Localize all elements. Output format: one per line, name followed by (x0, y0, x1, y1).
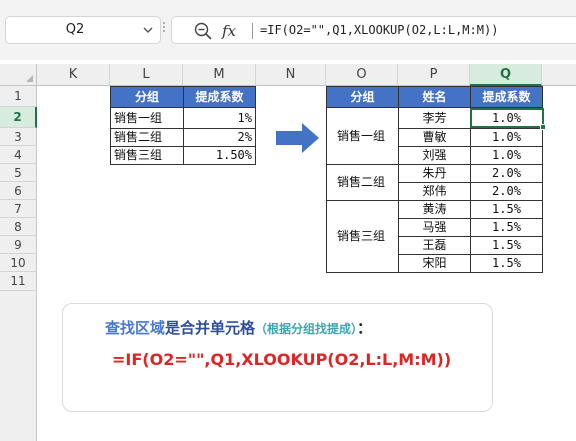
rate-cell[interactable]: 1.5% (470, 236, 543, 255)
formula-bar-area: Q2 fx =IF(O2="",Q1,XLOOKUP(O2,L:L,M:M)) (0, 0, 576, 60)
lookup-rate-cell[interactable]: 1% (183, 107, 256, 129)
rate-cell[interactable]: 2.0% (470, 164, 543, 183)
result-header-name[interactable]: 姓名 (398, 86, 471, 108)
lookup-header-rate[interactable]: 提成系数 (183, 86, 256, 108)
name-cell[interactable]: 朱丹 (398, 164, 471, 183)
rate-cell[interactable]: 1.5% (470, 200, 543, 219)
chevron-down-icon[interactable] (141, 21, 155, 39)
name-cell[interactable]: 李芳 (398, 107, 471, 129)
row-header-10[interactable]: 10 (0, 254, 37, 272)
callout-colon: ： (357, 319, 373, 337)
column-header-n[interactable]: N (256, 64, 326, 86)
row-header-5[interactable]: 5 (0, 164, 37, 182)
select-all-triangle-icon (26, 75, 33, 82)
lookup-rate-cell[interactable]: 1.50% (183, 146, 256, 165)
insert-function-icon[interactable]: fx (222, 20, 244, 42)
lookup-rate-cell[interactable]: 2% (183, 128, 256, 147)
column-header-p[interactable]: P (398, 64, 470, 86)
name-cell[interactable]: 刘强 (398, 146, 471, 165)
select-all-corner[interactable] (0, 64, 37, 86)
column-header-o[interactable]: O (326, 64, 398, 86)
rate-cell[interactable]: 1.5% (470, 218, 543, 237)
rate-cell[interactable]: 1.0% (470, 128, 543, 147)
lookup-group-cell[interactable]: 销售二组 (110, 128, 184, 147)
lookup-group-cell[interactable]: 销售一组 (110, 107, 184, 129)
active-cell-selection[interactable] (470, 108, 546, 130)
rate-cell[interactable]: 1.5% (470, 254, 543, 273)
callout-title: 查找区域是合并单元格（根据分组找提成）： (105, 317, 372, 338)
name-cell[interactable]: 郑伟 (398, 182, 471, 201)
name-box[interactable]: Q2 (5, 16, 161, 44)
column-header-m[interactable]: M (183, 64, 256, 86)
column-header-next[interactable] (542, 64, 576, 86)
row-header-1[interactable]: 1 (0, 86, 37, 107)
row-header-9[interactable]: 9 (0, 236, 37, 254)
formula-input-box[interactable]: fx =IF(O2="",Q1,XLOOKUP(O2,L:L,M:M)) (171, 16, 576, 44)
name-cell[interactable]: 宋阳 (398, 254, 471, 273)
row-header-7[interactable]: 7 (0, 200, 37, 218)
callout-hint: （根据分组找提成） (255, 322, 358, 336)
row-header-8[interactable]: 8 (0, 218, 37, 236)
result-header-rate[interactable]: 提成系数 (470, 86, 543, 108)
callout-keyword: 查找区域 (105, 319, 166, 337)
rate-cell[interactable]: 2.0% (470, 182, 543, 201)
row-header-4[interactable]: 4 (0, 146, 37, 164)
fill-handle[interactable] (540, 124, 546, 130)
merged-group-cell[interactable]: 销售三组 (326, 200, 399, 273)
row-header-2[interactable]: 2 (0, 107, 37, 128)
explanation-callout: 查找区域是合并单元格（根据分组找提成）： =IF(O2="",Q1,XLOOKU… (62, 303, 493, 412)
name-cell[interactable]: 曹敏 (398, 128, 471, 147)
zoom-out-icon[interactable] (193, 21, 213, 41)
column-header-q[interactable]: Q (470, 64, 542, 86)
column-header-k[interactable]: K (37, 64, 110, 86)
name-cell[interactable]: 王磊 (398, 236, 471, 255)
lookup-group-cell[interactable]: 销售三组 (110, 146, 184, 165)
formula-text[interactable]: =IF(O2="",Q1,XLOOKUP(O2,L:L,M:M)) (260, 17, 498, 43)
merged-group-cell[interactable]: 销售二组 (326, 164, 399, 201)
callout-formula: =IF(O2="",Q1,XLOOKUP(O2,L:L,M:M)) (112, 350, 452, 369)
row-header-rest (0, 291, 37, 441)
row-header-3[interactable]: 3 (0, 128, 37, 146)
result-header-group[interactable]: 分组 (326, 86, 399, 108)
drag-handle-icon[interactable] (163, 20, 166, 40)
column-header-l[interactable]: L (110, 64, 183, 86)
lookup-header-group[interactable]: 分组 (110, 86, 184, 108)
row-header-11[interactable]: 11 (0, 272, 37, 291)
callout-text: 是合并单元格 (165, 319, 256, 337)
name-cell[interactable]: 黄涛 (398, 200, 471, 219)
merged-group-cell[interactable]: 销售一组 (326, 107, 399, 165)
name-cell[interactable]: 马强 (398, 218, 471, 237)
rate-cell[interactable]: 1.0% (470, 146, 543, 165)
name-box-value: Q2 (65, 22, 85, 37)
right-arrow-icon (276, 123, 319, 153)
row-header-6[interactable]: 6 (0, 182, 37, 200)
divider (252, 23, 253, 39)
